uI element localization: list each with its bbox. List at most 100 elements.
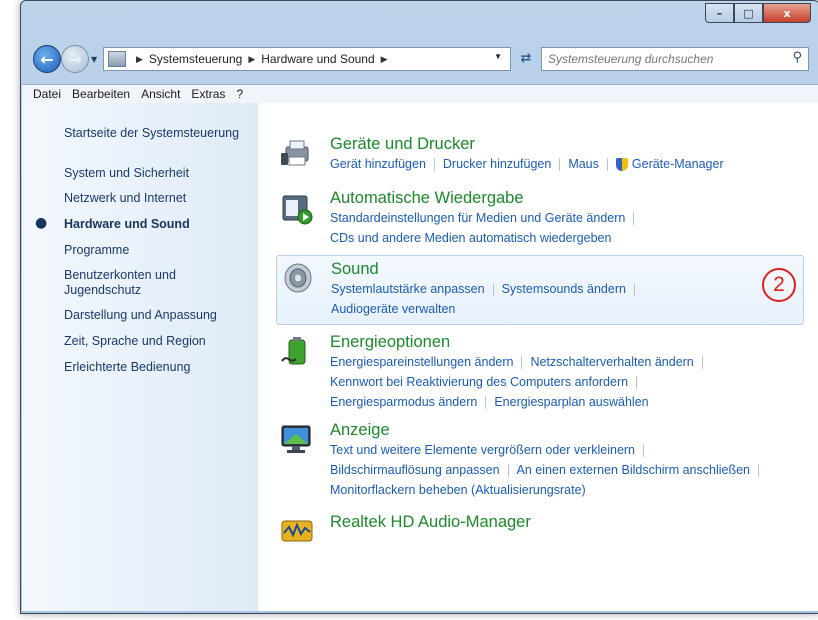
content-pane: Geräte und Drucker Gerät hinzufügen Druc…: [258, 103, 818, 611]
sidebar-item-benutzerkonten[interactable]: Benutzerkonten und Jugendschutz: [64, 268, 176, 298]
monitor-icon: [281, 425, 311, 453]
control-panel-icon: [108, 51, 126, 67]
back-button[interactable]: ←: [33, 45, 61, 73]
breadcrumb-item-systemsteuerung[interactable]: Systemsteuerung: [149, 52, 242, 66]
link-bildschirmaufloesung[interactable]: Bildschirmauflösung anpassen: [330, 463, 500, 477]
sidebar-item-programme[interactable]: Programme: [64, 243, 129, 258]
link-row: Energiespareinstellungen ändern Netzscha…: [330, 355, 711, 369]
menu-bar: Datei Bearbeiten Ansicht Extras ?: [22, 84, 818, 103]
link-systemsounds-aendern[interactable]: Systemsounds ändern: [502, 282, 626, 296]
link-row: Kennwort bei Reaktivierung des Computers…: [330, 375, 645, 389]
link-row: Systemlautstärke anpassen Systemsounds ä…: [331, 282, 643, 296]
link-divider: [485, 395, 487, 409]
link-row: Text und weitere Elemente vergrößern ode…: [330, 443, 652, 457]
link-energiesparplan-auswaehlen[interactable]: Energiesparplan auswählen: [494, 395, 648, 409]
sidebar-item-netzwerk-und-internet[interactable]: Netzwerk und Internet: [64, 191, 186, 206]
sidebar-item-system-und-sicherheit[interactable]: System und Sicherheit: [64, 166, 189, 181]
group-energieoptionen: Energieoptionen Energiespareinstellungen…: [276, 329, 802, 411]
minimize-button[interactable]: –: [705, 3, 734, 23]
breadcrumb-item-hardware-und-sound[interactable]: Hardware und Sound: [261, 52, 374, 66]
group-geraete-und-drucker: Geräte und Drucker Gerät hinzufügen Druc…: [276, 131, 802, 177]
link-row: Monitorflackern beheben (Aktualisierungs…: [330, 483, 586, 497]
link-cds-automatisch-wiedergeben[interactable]: CDs und andere Medien automatisch wieder…: [330, 231, 611, 245]
link-divider: [701, 355, 703, 369]
menu-extras[interactable]: Extras: [191, 87, 225, 101]
link-row: Bildschirmauflösung anpassen An einen ex…: [330, 463, 767, 477]
menu-bearbeiten[interactable]: Bearbeiten: [72, 87, 130, 101]
breadcrumb-separator[interactable]: ▶: [136, 54, 143, 65]
group-title[interactable]: Realtek HD Audio-Manager: [330, 513, 531, 532]
link-row: CDs und andere Medien automatisch wieder…: [330, 231, 611, 245]
address-dropdown-icon[interactable]: ▼: [494, 52, 502, 61]
sidebar-item-darstellung[interactable]: Darstellung und Anpassung: [64, 308, 217, 323]
group-title[interactable]: Energieoptionen: [330, 333, 450, 352]
menu-help[interactable]: ?: [236, 87, 243, 101]
link-divider: [521, 355, 523, 369]
autoplay-icon: [282, 195, 313, 225]
sidebar-item-home[interactable]: Startseite der Systemsteuerung: [64, 126, 239, 141]
breadcrumb-separator[interactable]: ▶: [381, 54, 388, 65]
link-divider: [492, 282, 494, 296]
address-bar[interactable]: ▶ Systemsteuerung ▶ Hardware und Sound ▶…: [103, 47, 511, 71]
recent-pages-dropdown[interactable]: ▼: [91, 55, 97, 64]
link-geraet-hinzufuegen[interactable]: Gerät hinzufügen: [330, 157, 426, 171]
sidebar-item-hardware-und-sound[interactable]: Hardware und Sound: [64, 217, 190, 232]
link-divider: [758, 463, 760, 477]
printer-icon: [281, 140, 309, 166]
sidebar-item-zeit-sprache-region[interactable]: Zeit, Sprache und Region: [64, 334, 206, 349]
link-energiespareinstellungen[interactable]: Energiespareinstellungen ändern: [330, 355, 513, 369]
link-drucker-hinzufuegen[interactable]: Drucker hinzufügen: [443, 157, 551, 171]
link-energiesparmodus-aendern[interactable]: Energiesparmodus ändern: [330, 395, 477, 409]
link-geraete-manager[interactable]: Geräte-Manager: [632, 157, 724, 171]
menu-datei[interactable]: Datei: [33, 87, 61, 101]
group-sound[interactable]: Sound Systemlautstärke anpassen Systemso…: [276, 255, 804, 325]
group-title[interactable]: Geräte und Drucker: [330, 135, 475, 154]
title-bar: – □ x: [21, 1, 818, 37]
link-divider: [507, 463, 509, 477]
link-standardeinstellungen-medien[interactable]: Standardeinstellungen für Medien und Ger…: [330, 211, 625, 225]
link-netzschalterverhalten[interactable]: Netzschalterverhalten ändern: [530, 355, 693, 369]
link-divider: [633, 211, 635, 225]
link-divider: [606, 157, 608, 171]
link-divider: [643, 443, 645, 457]
link-divider: [433, 157, 435, 171]
link-audiogeraete-verwalten[interactable]: Audiogeräte verwalten: [331, 302, 455, 316]
realtek-audio-icon: [281, 520, 313, 542]
link-divider: [636, 375, 638, 389]
active-bullet: ●: [35, 215, 48, 231]
group-anzeige: Anzeige Text und weitere Elemente vergrö…: [276, 417, 802, 499]
link-divider: [559, 157, 561, 171]
link-row: Gerät hinzufügen Drucker hinzufügen Maus…: [330, 157, 724, 171]
forward-button[interactable]: →: [61, 45, 89, 73]
sidebar: Startseite der Systemsteuerung System un…: [22, 103, 258, 611]
caption-buttons: – □ x: [705, 3, 811, 23]
link-externer-bildschirm[interactable]: An einen externen Bildschirm anschließen: [517, 463, 750, 477]
link-maus[interactable]: Maus: [568, 157, 599, 171]
link-text-vergroessern[interactable]: Text und weitere Elemente vergrößern ode…: [330, 443, 635, 457]
uac-shield-icon: [615, 157, 628, 171]
menu-ansicht[interactable]: Ansicht: [141, 87, 180, 101]
group-title[interactable]: Automatische Wiedergabe: [330, 189, 524, 208]
link-divider: [633, 282, 635, 296]
speaker-icon: [284, 263, 312, 293]
link-row: Audiogeräte verwalten: [331, 302, 455, 316]
group-title[interactable]: Anzeige: [330, 421, 390, 440]
search-icon[interactable]: ⚲: [792, 50, 802, 65]
step-number-badge: 2: [762, 268, 796, 302]
link-row: Standardeinstellungen für Medien und Ger…: [330, 211, 642, 225]
maximize-button[interactable]: □: [734, 3, 763, 23]
refresh-icon[interactable]: ⇄: [515, 49, 537, 67]
link-kennwort-reaktivierung[interactable]: Kennwort bei Reaktivierung des Computers…: [330, 375, 628, 389]
close-button[interactable]: x: [763, 3, 811, 23]
link-systemlautstaerke-anpassen[interactable]: Systemlautstärke anpassen: [331, 282, 485, 296]
breadcrumb-separator[interactable]: ▶: [248, 54, 255, 65]
group-title[interactable]: Sound: [331, 260, 379, 279]
search-box[interactable]: ⚲: [541, 47, 809, 71]
link-row: Energiesparmodus ändern Energiesparplan …: [330, 395, 649, 409]
sidebar-item-erleichterte-bedienung[interactable]: Erleichterte Bedienung: [64, 360, 190, 375]
battery-icon: [281, 337, 306, 365]
link-monitorflackern[interactable]: Monitorflackern beheben (Aktualisierungs…: [330, 483, 586, 497]
navigation-bar: ← → ▼ ▶ Systemsteuerung ▶ Hardware und S…: [29, 41, 811, 77]
control-panel-window: – □ x ← → ▼ ▶ Systemsteuerung ▶ Hardware…: [20, 0, 818, 614]
search-input[interactable]: [548, 52, 784, 66]
